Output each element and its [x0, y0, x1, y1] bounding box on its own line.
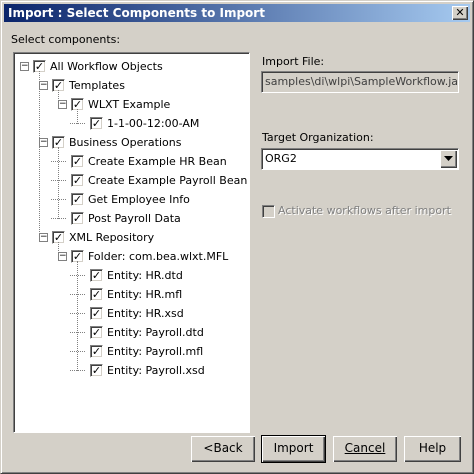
tree-checkbox[interactable]: ✓ — [90, 364, 103, 377]
title-bar[interactable]: Import : Select Components to Import ✕ — [4, 4, 470, 22]
tree-collapse-icon[interactable]: − — [39, 138, 48, 147]
tree-node[interactable]: − ✓ Templates — [14, 77, 247, 95]
tree-connector — [77, 109, 78, 124]
help-button[interactable]: Help — [404, 436, 461, 462]
tree-node[interactable]: − ✓ WLXT Example — [14, 96, 247, 114]
tree-node-label: Business Operations — [69, 136, 182, 149]
tree-checkbox[interactable]: ✓ — [90, 288, 103, 301]
chevron-down-icon[interactable] — [440, 150, 457, 168]
target-organization-select[interactable]: ORG2 — [261, 148, 459, 170]
tree-node[interactable]: − ✓ XML Repository — [14, 229, 247, 247]
tree-collapse-icon[interactable]: − — [39, 233, 48, 242]
tree-node-label: WLXT Example — [88, 98, 171, 111]
activate-workflows-checkbox[interactable]: Activate workflows after import — [262, 204, 462, 218]
tree-checkbox[interactable]: ✓ — [90, 269, 103, 282]
tree-checkbox[interactable]: ✓ — [90, 117, 103, 130]
tree-node[interactable]: − ✓ All Workflow Objects — [14, 58, 247, 76]
tree-collapse-icon[interactable]: − — [20, 62, 29, 71]
tree-node[interactable]: ✓ Get Employee Info — [14, 191, 247, 209]
tree-node[interactable]: ✓ Entity: HR.xsd — [14, 305, 247, 323]
tree-node-label: Folder: com.bea.wlxt.MFL — [88, 250, 229, 263]
tree-checkbox[interactable]: ✓ — [90, 326, 103, 339]
tree-node-label: Entity: HR.mfl — [107, 288, 183, 301]
activate-workflows-label: Activate workflows after import — [278, 204, 451, 217]
select-components-label: Select components: — [11, 33, 121, 46]
tree-node[interactable]: ✓ Entity: Payroll.xsd — [14, 362, 247, 380]
tree-node-label: Entity: HR.dtd — [107, 269, 183, 282]
tree-node-label: Entity: HR.xsd — [107, 307, 184, 320]
tree-collapse-icon[interactable]: − — [58, 252, 67, 261]
tree-node-label: Post Payroll Data — [88, 212, 181, 225]
tree-node-label: Entity: Payroll.mfl — [107, 345, 204, 358]
tree-node[interactable]: ✓ Create Example HR Bean — [14, 153, 247, 171]
back-button[interactable]: <Back — [191, 436, 255, 462]
tree-connector — [77, 261, 78, 371]
tree-checkbox[interactable]: ✓ — [71, 193, 84, 206]
tree-node[interactable]: ✓ Post Payroll Data — [14, 210, 247, 228]
tree-node-label: XML Repository — [69, 231, 155, 244]
tree-node[interactable]: ✓ Entity: Payroll.dtd — [14, 324, 247, 342]
tree-node[interactable]: ✓ Entity: Payroll.mfl — [14, 343, 247, 361]
cancel-button[interactable]: Cancel — [333, 436, 397, 462]
import-file-field[interactable]: samples\di\wlpi\SampleWorkflow.jar — [261, 71, 459, 93]
tree-node[interactable]: − ✓ Business Operations — [14, 134, 247, 152]
tree-checkbox[interactable]: ✓ — [90, 345, 103, 358]
tree-checkbox[interactable]: ✓ — [71, 212, 84, 225]
tree-node-label: 1-1-00-12:00-AM — [107, 117, 200, 130]
tree-connector — [39, 71, 40, 238]
tree-node[interactable]: ✓ 1-1-00-12:00-AM — [14, 115, 247, 133]
target-organization-label: Target Organization: — [262, 131, 374, 144]
tree-connector — [58, 147, 59, 219]
components-tree[interactable]: − ✓ All Workflow Objects − ✓ Templates − ✓ WLXT … — [13, 52, 250, 433]
tree-node[interactable]: − ✓ Folder: com.bea.wlxt.MFL — [14, 248, 247, 266]
tree-node-label: Entity: Payroll.dtd — [107, 326, 204, 339]
tree-node-label: Templates — [69, 79, 125, 92]
tree-connector — [58, 90, 59, 105]
tree-node[interactable]: ✓ Entity: HR.dtd — [14, 267, 247, 285]
import-file-label: Import File: — [262, 55, 325, 68]
close-button[interactable]: ✕ — [452, 6, 468, 20]
tree-node[interactable]: ✓ Entity: HR.mfl — [14, 286, 247, 304]
tree-node-label: All Workflow Objects — [50, 60, 163, 73]
tree-checkbox[interactable]: ✓ — [71, 155, 84, 168]
tree-checkbox[interactable]: ✓ — [71, 174, 84, 187]
tree-checkbox[interactable]: ✓ — [90, 307, 103, 320]
tree-collapse-icon[interactable]: − — [39, 81, 48, 90]
window-title: Import : Select Components to Import — [8, 6, 265, 20]
tree-node-label: Create Example HR Bean — [88, 155, 227, 168]
import-button[interactable]: Import — [261, 435, 326, 463]
tree-node[interactable]: ✓ Create Example Payroll Bean — [14, 172, 247, 190]
cancel-label: Cancel — [344, 441, 386, 455]
target-organization-value: ORG2 — [265, 152, 297, 165]
tree-connector — [58, 242, 59, 257]
tree-node-label: Create Example Payroll Bean — [88, 174, 248, 187]
activate-checkbox-box[interactable] — [262, 205, 275, 218]
import-dialog: Import : Select Components to Import ✕ S… — [0, 0, 474, 474]
tree-collapse-icon[interactable]: − — [58, 100, 67, 109]
tree-node-label: Get Employee Info — [88, 193, 190, 206]
tree-node-label: Entity: Payroll.xsd — [107, 364, 205, 377]
